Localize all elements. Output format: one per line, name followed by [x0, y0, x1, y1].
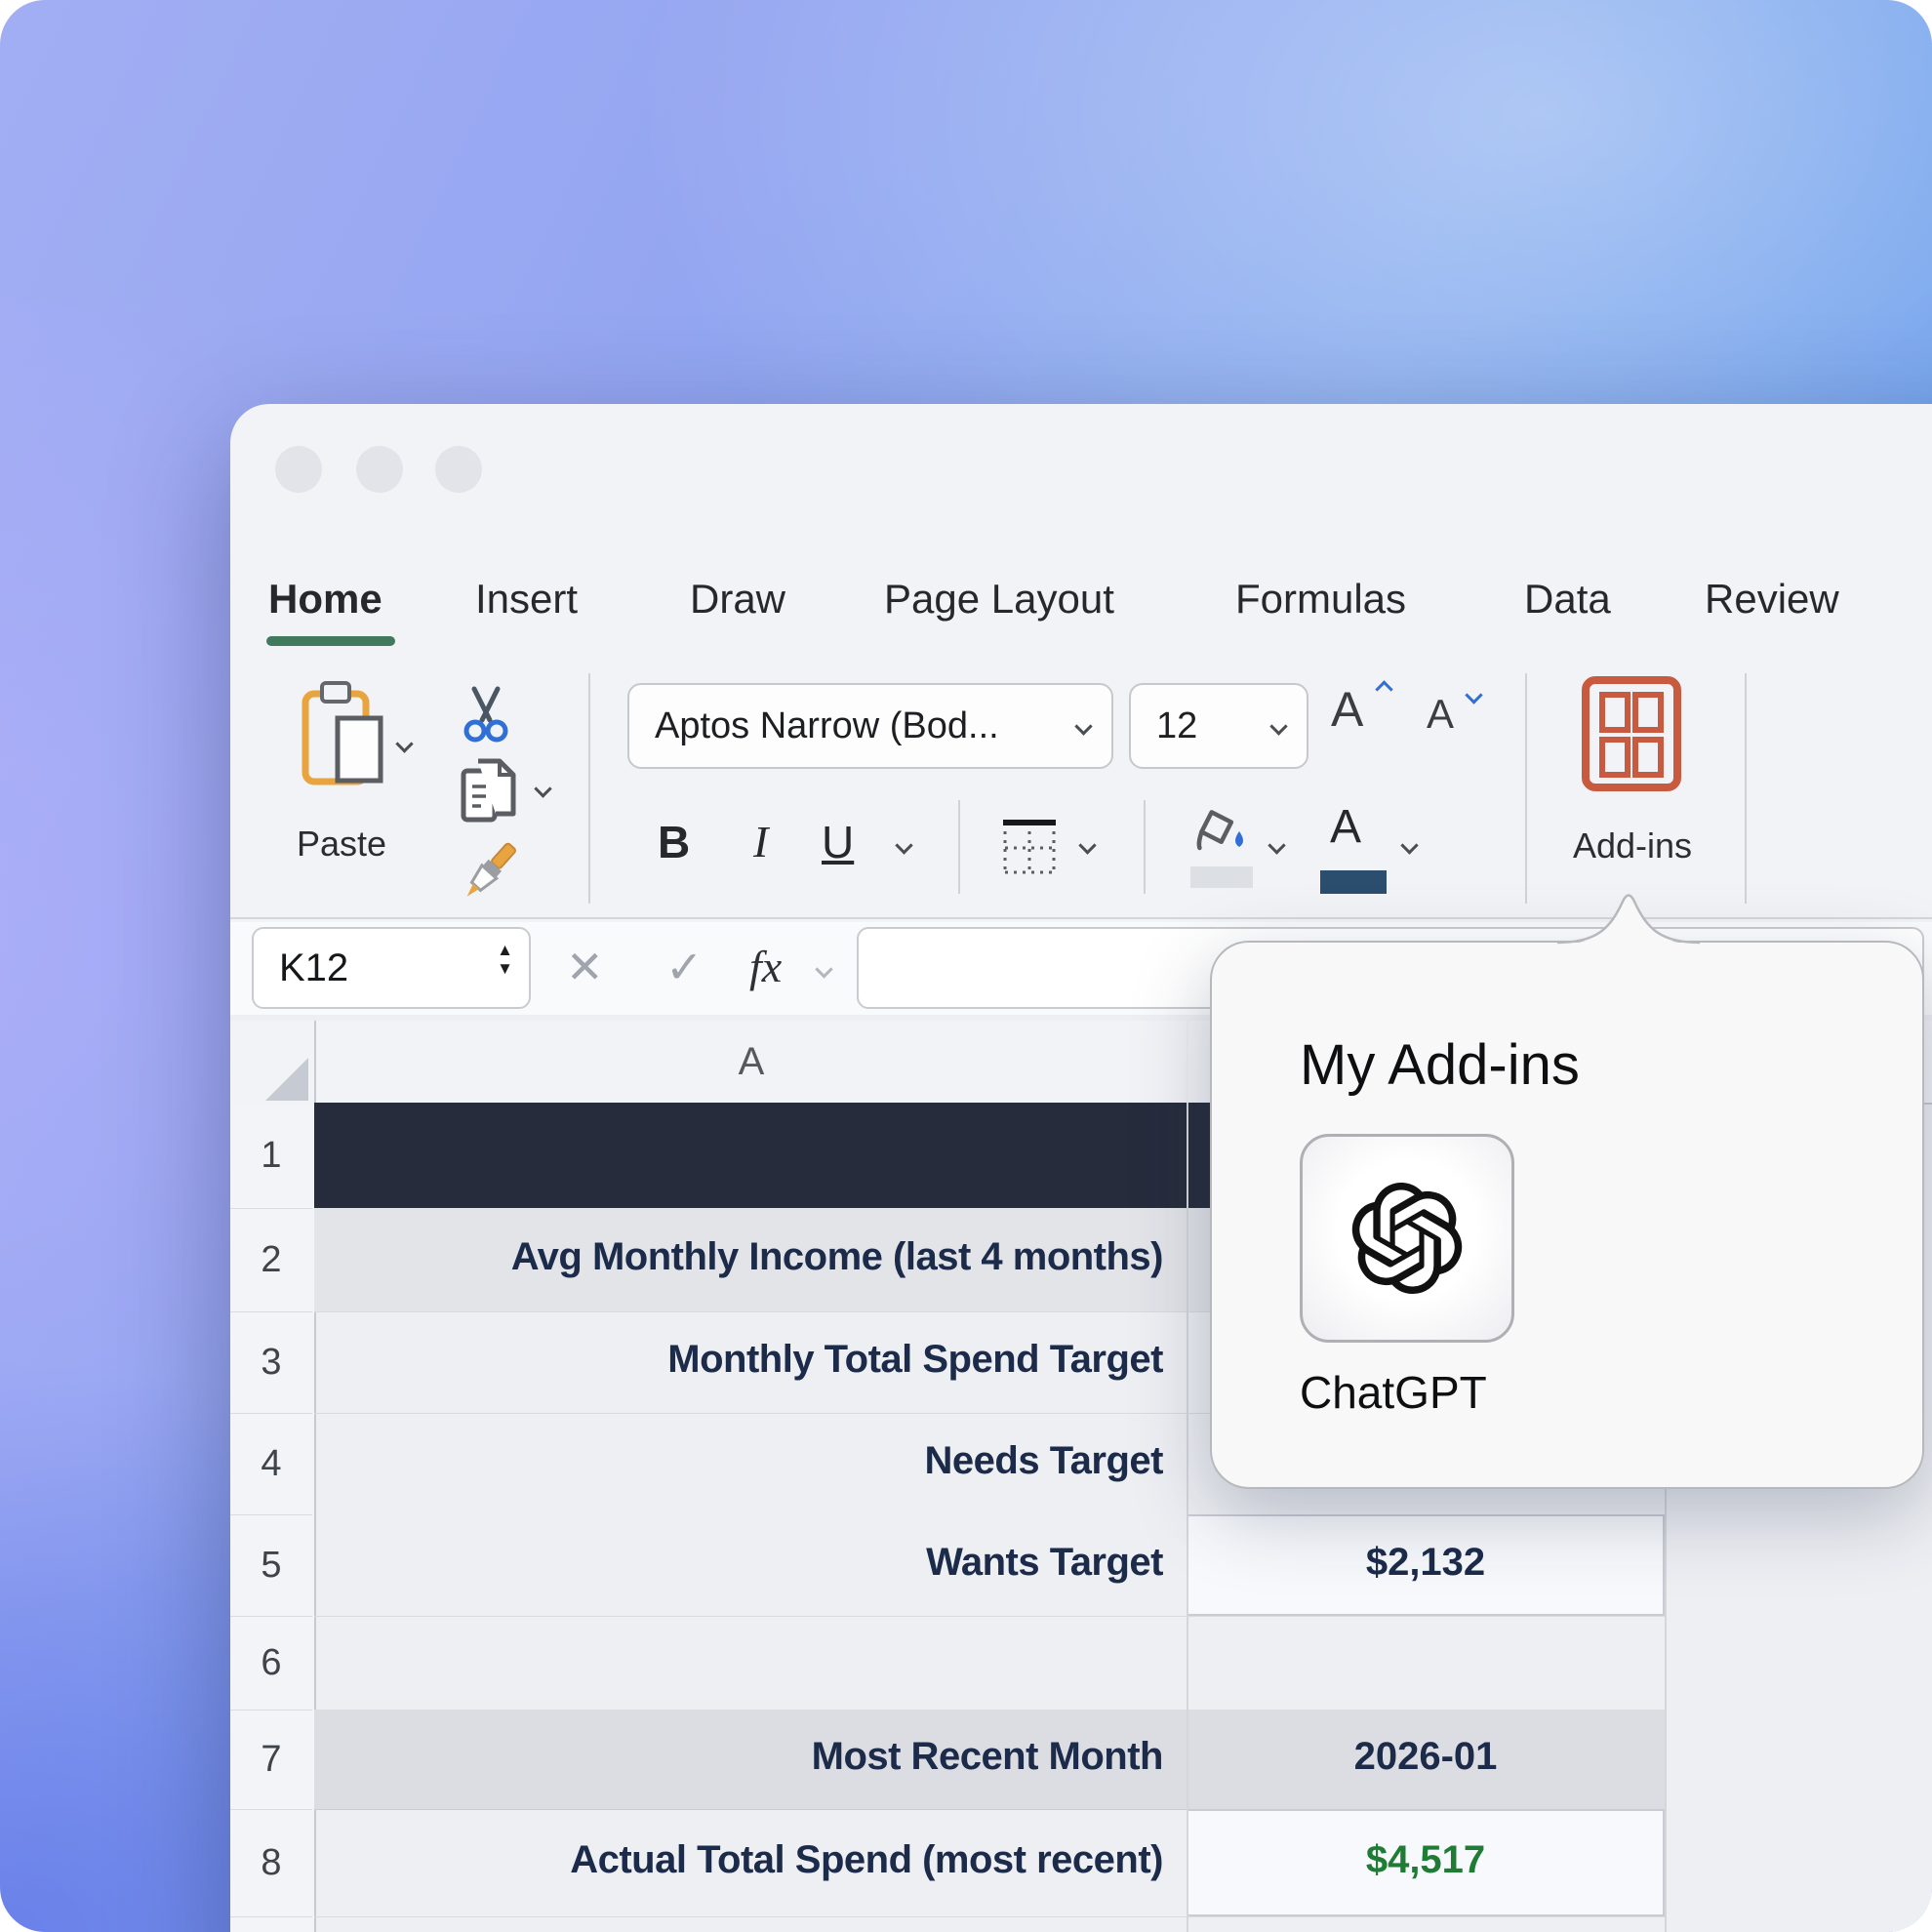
tab-page-layout[interactable]: Page Layout — [884, 576, 1114, 623]
ribbon-divider — [958, 800, 960, 894]
desktop-background: Home Insert Draw Page Layout Formulas Da… — [0, 0, 1932, 1932]
paste-dropdown-chevron-icon[interactable] — [395, 735, 413, 752]
gridline — [314, 1916, 1665, 1917]
cell-b8-value[interactable]: $4,517 — [1187, 1838, 1665, 1882]
cancel-x-icon[interactable]: ✕ — [566, 922, 604, 1012]
row-header-2[interactable]: 2 — [230, 1208, 312, 1312]
ribbon-divider — [1745, 673, 1747, 904]
bold-button[interactable]: B — [658, 816, 690, 868]
font-name-combobox[interactable]: Aptos Narrow (Bod... — [627, 683, 1113, 769]
decrease-font-size-button[interactable]: A — [1427, 691, 1454, 738]
gridline — [314, 1616, 1665, 1617]
ribbon-divider — [1144, 800, 1146, 894]
popover-arrow — [1555, 886, 1702, 946]
ribbon-divider — [588, 673, 590, 904]
paste-button[interactable]: Paste — [263, 824, 420, 865]
cell-a5-label[interactable]: Wants Target — [314, 1541, 1163, 1585]
row-header-6[interactable]: 6 — [230, 1616, 312, 1711]
tab-draw[interactable]: Draw — [690, 576, 785, 623]
cell-a4-label[interactable]: Needs Target — [314, 1439, 1163, 1483]
fill-color-bucket-icon[interactable] — [1188, 804, 1251, 863]
increase-font-size-button[interactable]: A — [1331, 681, 1363, 738]
ribbon-divider — [1525, 673, 1527, 904]
underline-button[interactable]: U — [822, 816, 854, 868]
active-tab-indicator — [266, 636, 395, 646]
add-ins-button[interactable]: Add-ins — [1553, 825, 1711, 866]
cell-a3-label[interactable]: Monthly Total Spend Target — [314, 1338, 1163, 1382]
row-header-3[interactable]: 3 — [230, 1311, 312, 1414]
enter-check-icon[interactable]: ✓ — [665, 922, 704, 1012]
insert-function-fx-button[interactable]: fx — [749, 922, 782, 1012]
openai-logo-icon — [1351, 1183, 1463, 1294]
font-size-combobox[interactable]: 12 — [1129, 683, 1308, 769]
gridline-a-b — [1187, 1103, 1188, 1932]
fill-color-chevron-icon[interactable] — [1268, 836, 1285, 854]
cell-b5-value[interactable]: $2,132 — [1187, 1541, 1665, 1585]
borders-icon[interactable] — [1000, 816, 1059, 876]
fx-chevron-icon — [815, 960, 832, 978]
increase-font-caret-icon — [1375, 680, 1392, 698]
cell-a7-label[interactable]: Most Recent Month — [314, 1735, 1163, 1779]
paste-clipboard-icon[interactable] — [299, 679, 388, 788]
traffic-light-close[interactable] — [275, 446, 322, 493]
tab-review[interactable]: Review — [1705, 576, 1839, 623]
select-all-triangle-icon — [265, 1058, 308, 1101]
traffic-light-minimize[interactable] — [356, 446, 403, 493]
popover-title: My Add-ins — [1300, 1032, 1580, 1098]
cell-b7-value[interactable]: 2026-01 — [1187, 1735, 1665, 1779]
copy-dropdown-chevron-icon[interactable] — [534, 780, 551, 797]
font-size-chevron-icon[interactable] — [1269, 717, 1287, 735]
font-name-value: Aptos Narrow (Bod... — [629, 705, 1077, 747]
format-painter-icon[interactable] — [453, 837, 523, 909]
column-header-a[interactable]: A — [316, 1021, 1187, 1105]
select-all-corner[interactable] — [230, 1021, 316, 1105]
tab-home[interactable]: Home — [268, 576, 382, 623]
tab-insert[interactable]: Insert — [475, 576, 578, 623]
ribbon: Paste — [230, 664, 1932, 919]
cell-a2-label[interactable]: Avg Monthly Income (last 4 months) — [314, 1235, 1163, 1279]
italic-button[interactable]: I — [753, 816, 768, 867]
row-header-8[interactable]: 8 — [230, 1809, 312, 1917]
cell-a8-label[interactable]: Actual Total Spend (most recent) — [314, 1838, 1163, 1882]
cut-scissors-icon[interactable] — [455, 685, 517, 745]
row-header-4[interactable]: 4 — [230, 1413, 312, 1515]
underline-chevron-icon[interactable] — [895, 836, 912, 854]
chatgpt-add-in-tile[interactable] — [1300, 1134, 1514, 1343]
copy-icon[interactable] — [459, 753, 521, 825]
tab-data[interactable]: Data — [1524, 576, 1611, 623]
borders-chevron-icon[interactable] — [1078, 836, 1096, 854]
decrease-font-letter: A — [1427, 691, 1454, 737]
traffic-light-zoom[interactable] — [435, 446, 482, 493]
increase-font-letter: A — [1331, 682, 1363, 737]
name-box[interactable]: K12 ▲▼ — [252, 927, 531, 1009]
row-header-1[interactable]: 1 — [230, 1103, 312, 1209]
my-add-ins-popover: My Add-ins ChatGPT — [1210, 941, 1924, 1489]
font-color-button[interactable]: A — [1330, 800, 1361, 854]
font-color-swatch[interactable] — [1320, 870, 1387, 894]
row-header-7[interactable]: 7 — [230, 1710, 312, 1810]
font-size-value: 12 — [1131, 705, 1272, 747]
fill-color-swatch[interactable] — [1190, 866, 1253, 888]
add-ins-icon[interactable] — [1581, 675, 1682, 792]
decrease-font-caret-icon — [1465, 686, 1482, 704]
font-color-chevron-icon[interactable] — [1400, 836, 1418, 854]
cell-reference: K12 — [279, 929, 348, 1007]
chatgpt-add-in-label: ChatGPT — [1300, 1366, 1487, 1419]
name-box-spinner[interactable]: ▲▼ — [497, 941, 513, 978]
row-header-5[interactable]: 5 — [230, 1514, 312, 1617]
font-name-chevron-icon[interactable] — [1074, 717, 1092, 735]
tab-formulas[interactable]: Formulas — [1235, 576, 1406, 623]
